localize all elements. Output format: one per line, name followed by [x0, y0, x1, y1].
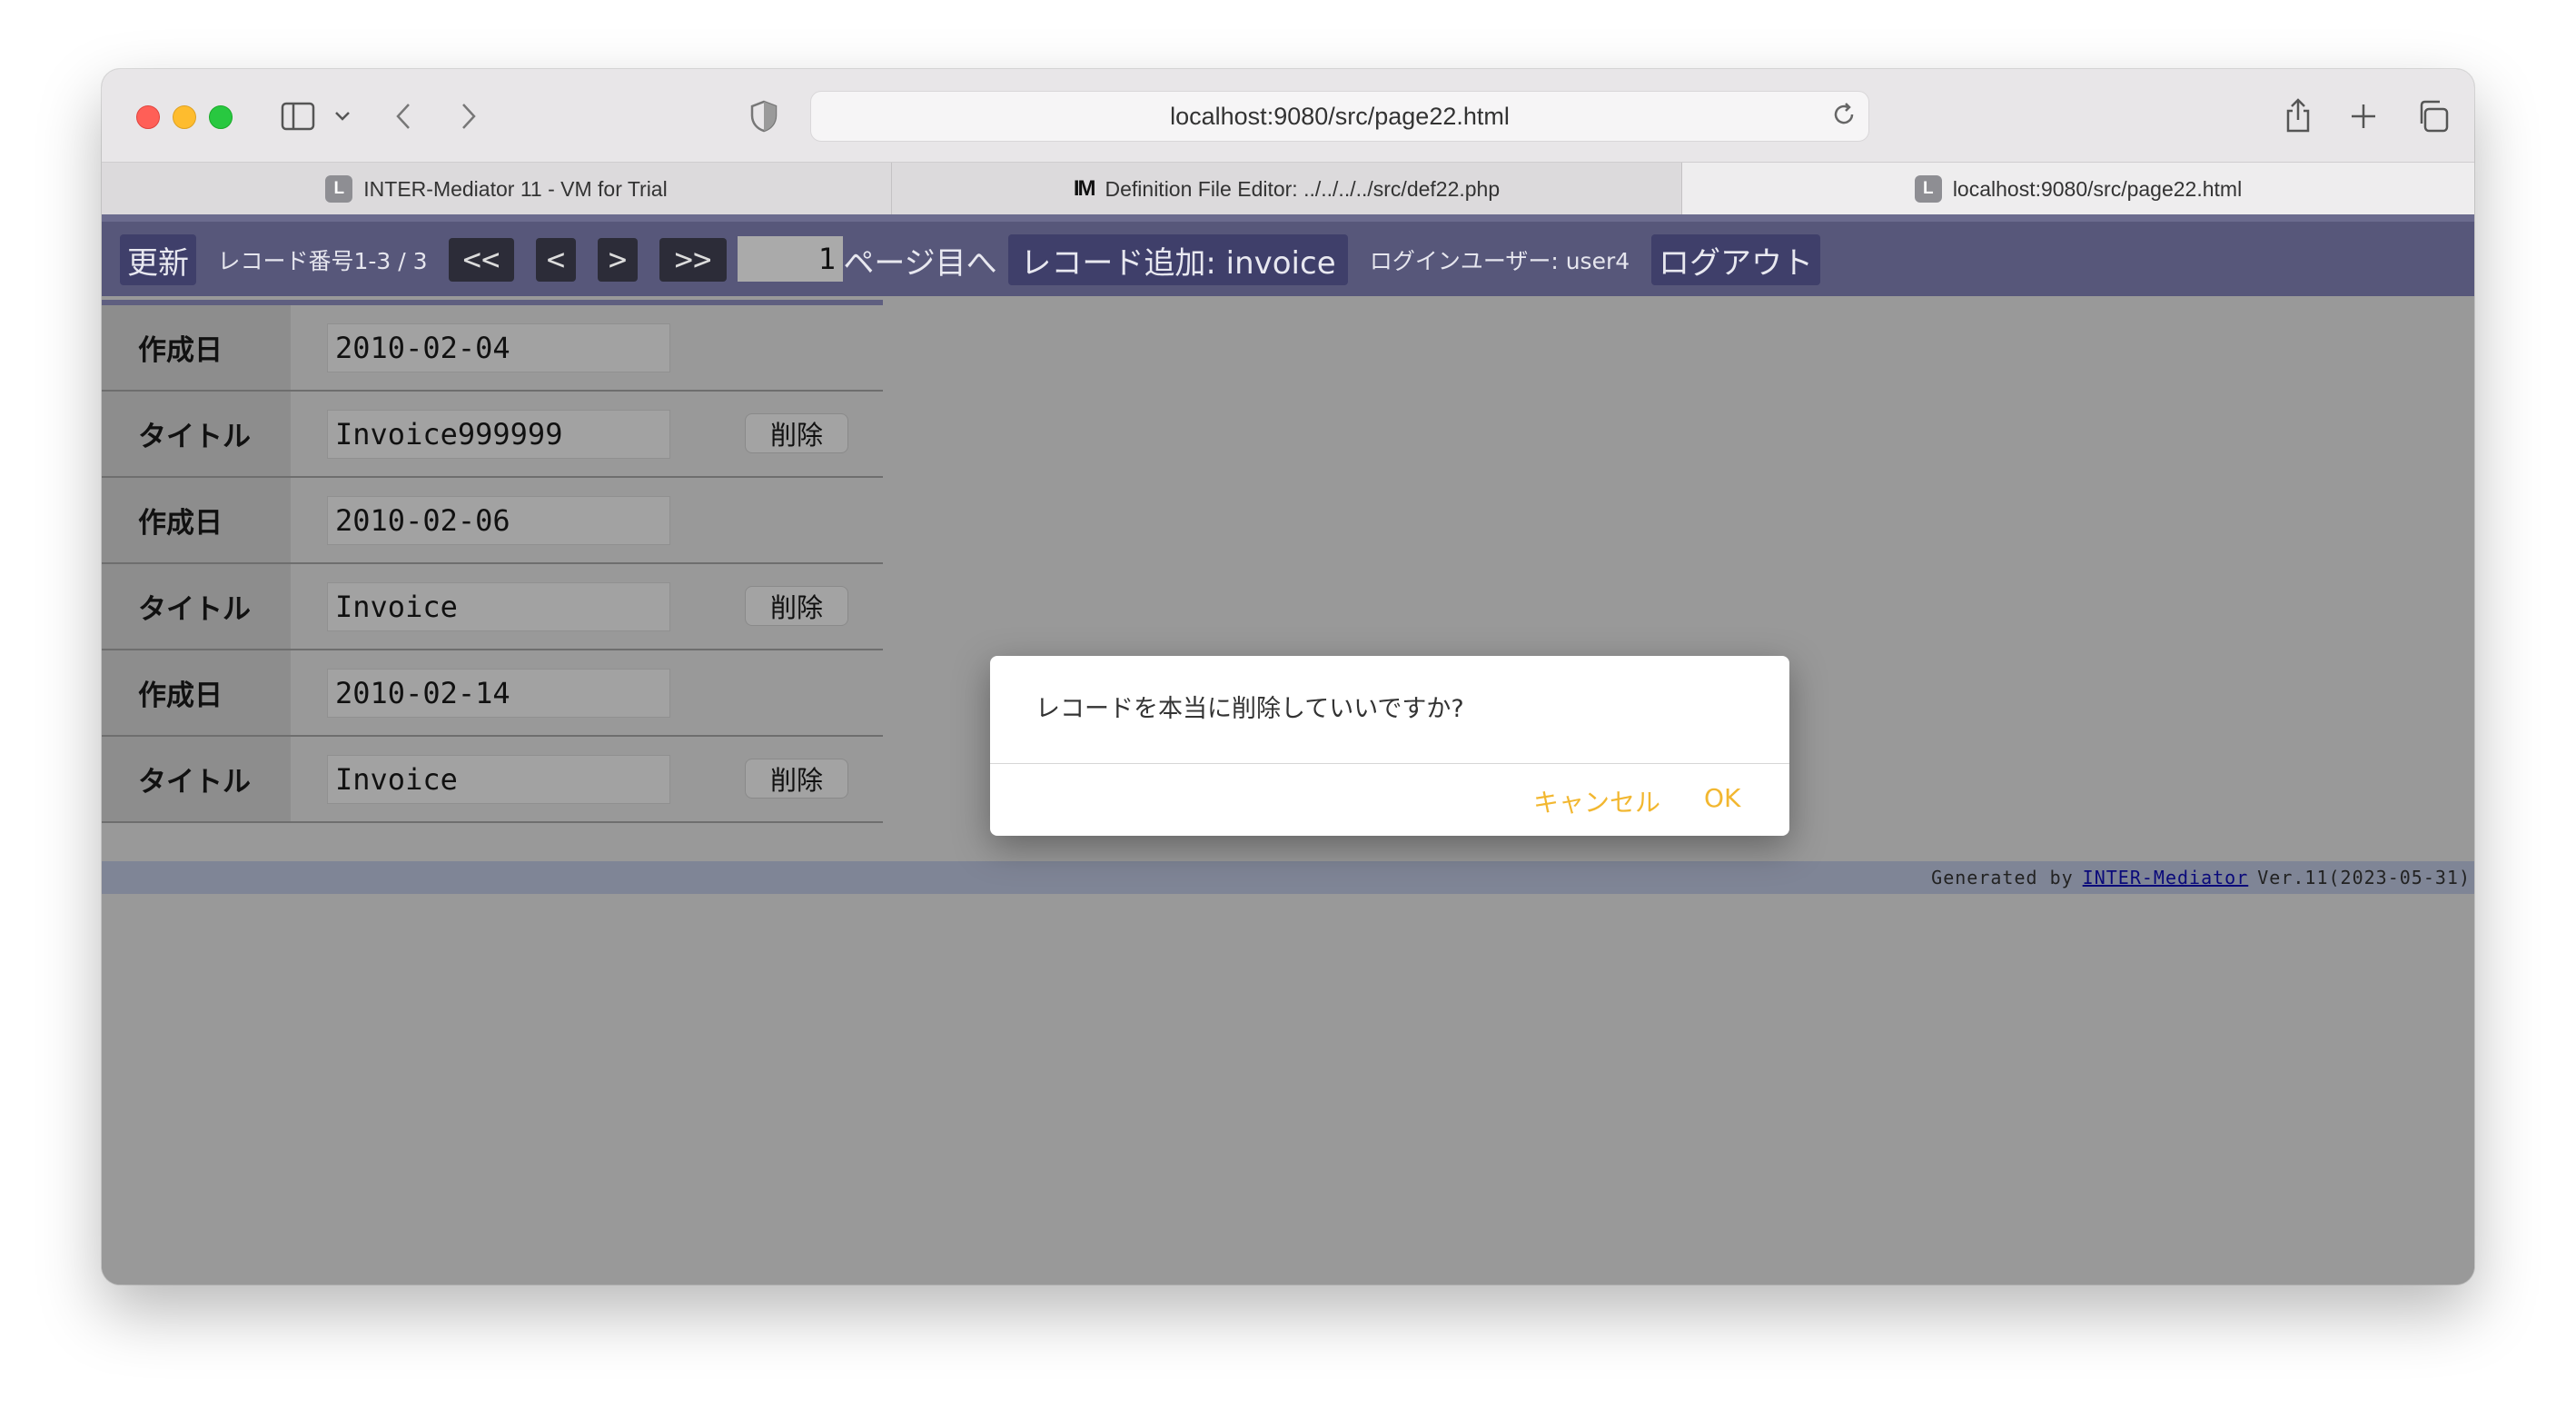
- footer-prefix: Generated by: [1931, 867, 2074, 888]
- title-field[interactable]: Invoice999999: [327, 410, 670, 459]
- new-tab-icon[interactable]: [2347, 100, 2380, 133]
- tab-strip: L INTER-Mediator 11 - VM for Trial IM De…: [102, 162, 2474, 216]
- tab-overview-icon[interactable]: [2414, 98, 2451, 134]
- tab-favicon-l-icon: L: [1914, 175, 1942, 203]
- dialog-message: レコードを本当に削除していいですか?: [1035, 695, 1464, 723]
- created-date-field[interactable]: 2010-02-04: [327, 323, 670, 372]
- login-user-text: ログインユーザー: user4: [1369, 248, 1630, 274]
- tab-favicon-im-icon: IM: [1073, 176, 1096, 201]
- tab-favicon-l-icon: L: [325, 175, 353, 203]
- minimize-window-button[interactable]: [173, 105, 196, 129]
- tab-label: localhost:9080/src/page22.html: [1952, 176, 2243, 201]
- tab-inter-mediator-trial[interactable]: L INTER-Mediator 11 - VM for Trial: [102, 163, 892, 215]
- address-bar[interactable]: localhost:9080/src/page22.html: [810, 91, 1869, 142]
- created-date-label: 作成日: [102, 478, 291, 562]
- table-row: 作成日 2010-02-14: [102, 650, 883, 737]
- address-bar-url: localhost:9080/src/page22.html: [1170, 102, 1510, 130]
- browser-toolbar: localhost:9080/src/page22.html: [102, 69, 2474, 162]
- title-field[interactable]: Invoice: [327, 582, 670, 631]
- title-label: タイトル: [102, 392, 291, 476]
- browser-window: localhost:9080/src/page22.html L INTER-M…: [102, 69, 2474, 1285]
- table-row: タイトル Invoice999999 削除: [102, 392, 883, 478]
- forward-icon[interactable]: [456, 100, 481, 133]
- back-icon[interactable]: [391, 100, 416, 133]
- page-goto-label: ページ目へ: [843, 244, 997, 282]
- record-navigation-bar: 更新 レコード番号1-3 / 3 << < > >> 1 ページ目へ レコード追…: [102, 214, 2474, 296]
- table-row: タイトル Invoice 削除: [102, 737, 883, 823]
- dialog-divider: [990, 763, 1789, 764]
- delete-confirm-dialog: レコードを本当に削除していいですか? キャンセル OK: [990, 656, 1789, 836]
- page-footer: Generated by INTER-Mediator Ver.11(2023-…: [102, 861, 2474, 894]
- delete-record-button[interactable]: 削除: [745, 759, 848, 799]
- first-page-button[interactable]: <<: [449, 238, 514, 282]
- tab-label: Definition File Editor: ../../../../src/…: [1105, 176, 1501, 201]
- next-page-button[interactable]: >: [598, 238, 638, 282]
- logout-button[interactable]: ログアウト: [1651, 234, 1820, 285]
- add-record-button[interactable]: レコード追加: invoice: [1008, 234, 1348, 285]
- zoom-window-button[interactable]: [209, 105, 233, 129]
- record-range-text: レコード番号1-3 / 3: [217, 248, 428, 274]
- created-date-label: 作成日: [102, 650, 291, 735]
- title-label: タイトル: [102, 737, 291, 821]
- title-label: タイトル: [102, 564, 291, 649]
- created-date-field[interactable]: 2010-02-14: [327, 669, 670, 718]
- privacy-shield-icon[interactable]: [748, 98, 779, 134]
- delete-record-button[interactable]: 削除: [745, 586, 848, 626]
- cancel-button[interactable]: キャンセル: [1533, 783, 1660, 819]
- sidebar-toggle-icon[interactable]: [280, 100, 316, 133]
- reload-icon[interactable]: [1830, 101, 1858, 134]
- prev-page-button[interactable]: <: [536, 238, 576, 282]
- records-table: 作成日 2010-02-04 タイトル Invoice999999 削除 作成日…: [102, 300, 883, 823]
- page-number-input[interactable]: 1: [738, 236, 843, 282]
- table-row: タイトル Invoice 削除: [102, 564, 883, 650]
- created-date-field[interactable]: 2010-02-06: [327, 496, 670, 545]
- delete-record-button[interactable]: 削除: [745, 413, 848, 453]
- tab-page22[interactable]: L localhost:9080/src/page22.html: [1682, 163, 2474, 215]
- created-date-label: 作成日: [102, 305, 291, 390]
- chevron-down-icon[interactable]: [332, 107, 352, 125]
- ok-button[interactable]: OK: [1704, 783, 1740, 813]
- last-page-button[interactable]: >>: [659, 238, 727, 282]
- refresh-button[interactable]: 更新: [120, 234, 196, 285]
- table-row: 作成日 2010-02-06: [102, 478, 883, 564]
- share-icon[interactable]: [2280, 94, 2316, 136]
- inter-mediator-link[interactable]: INTER-Mediator: [2083, 867, 2249, 888]
- title-field[interactable]: Invoice: [327, 755, 670, 804]
- close-window-button[interactable]: [136, 105, 160, 129]
- tab-label: INTER-Mediator 11 - VM for Trial: [363, 176, 668, 201]
- tab-definition-file-editor[interactable]: IM Definition File Editor: ../../../../s…: [892, 163, 1682, 215]
- footer-version: Ver.11(2023-05-31): [2257, 867, 2471, 888]
- table-row: 作成日 2010-02-04: [102, 305, 883, 392]
